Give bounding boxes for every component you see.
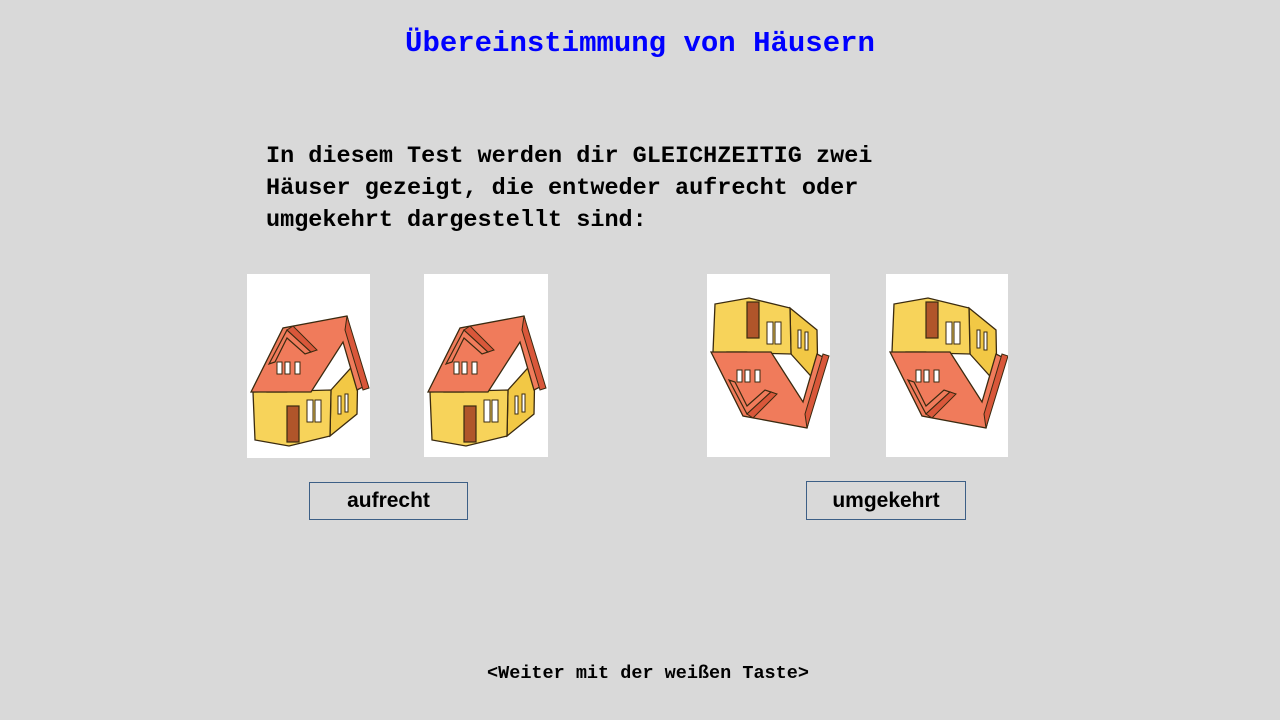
instruction-line: Häuser gezeigt, die entweder aufrecht od… [266, 175, 859, 202]
house-upright-icon [427, 315, 547, 447]
inverted-house-image-2 [886, 274, 1008, 457]
house-inverted-icon [889, 297, 1008, 429]
upright-house-image-1 [247, 274, 370, 458]
upright-house-image-2 [424, 274, 548, 457]
instruction-line: In diesem Test werden dir GLEICHZEITIG z… [266, 143, 873, 170]
house-inverted-icon [710, 297, 830, 429]
inverted-label: umgekehrt [806, 481, 966, 520]
instructions: In diesem Test werden dir GLEICHZEITIG z… [266, 141, 1026, 237]
page-title: Übereinstimmung von Häusern [405, 27, 875, 60]
continue-hint: <Weiter mit der weißen Taste> [487, 663, 809, 684]
house-upright-icon [250, 315, 370, 447]
inverted-house-image-1 [707, 274, 830, 457]
instruction-line: umgekehrt dargestellt sind: [266, 207, 647, 234]
upright-label: aufrecht [309, 482, 468, 520]
